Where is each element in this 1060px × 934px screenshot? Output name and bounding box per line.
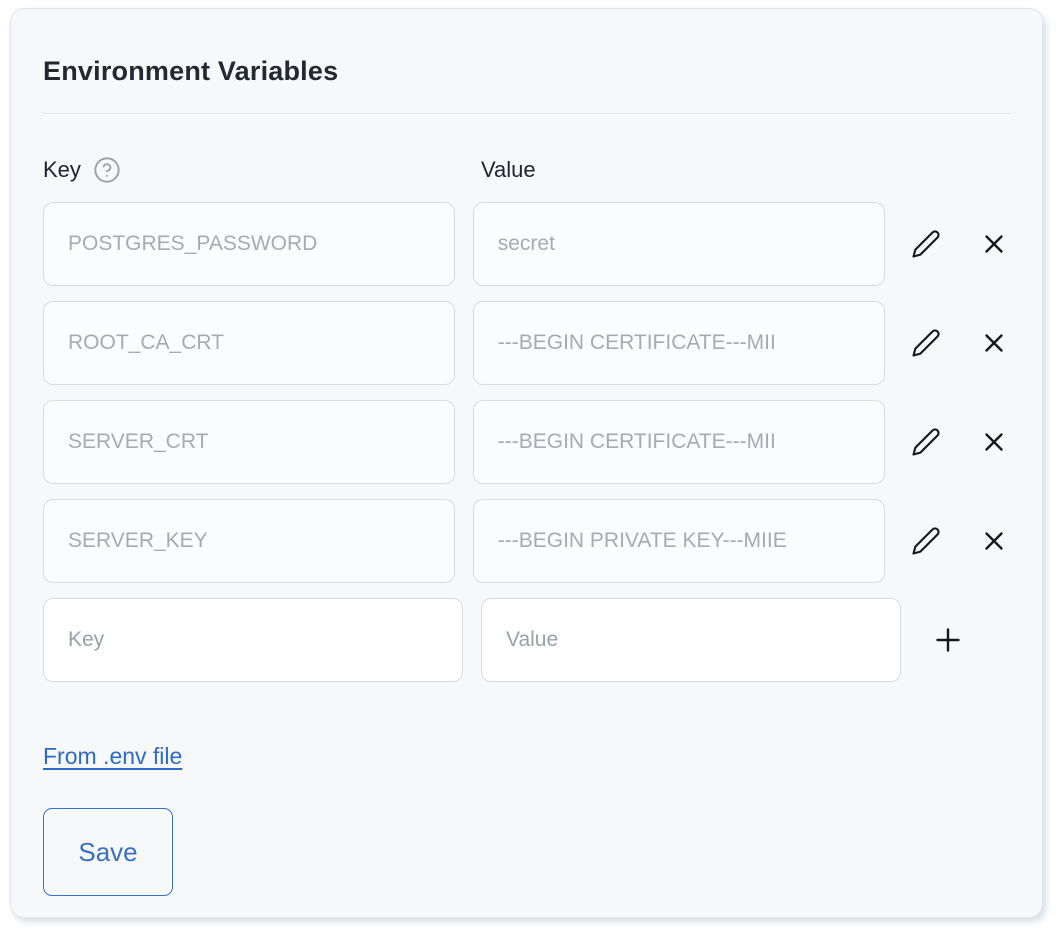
env-var-rows [43,202,1011,682]
x-icon [979,427,1009,457]
delete-button[interactable] [978,425,1011,459]
x-icon [979,526,1009,556]
env-key-input[interactable] [43,499,455,583]
help-circle-icon[interactable] [93,156,121,184]
new-key-input[interactable] [43,598,463,682]
new-env-var-row [43,598,1011,682]
value-column-header: Value [481,157,536,183]
save-button[interactable]: Save [43,808,173,896]
pencil-icon [911,427,941,457]
x-icon [979,229,1009,259]
env-value-input[interactable] [473,499,885,583]
env-key-input[interactable] [43,400,455,484]
pencil-icon [911,526,941,556]
page-title: Environment Variables [43,53,1011,89]
edit-button[interactable] [910,326,943,360]
env-key-input[interactable] [43,301,455,385]
env-var-row [43,400,1011,484]
delete-button[interactable] [978,326,1011,360]
delete-button[interactable] [978,227,1011,261]
key-column-header: Key [43,156,481,184]
plus-icon [930,622,966,658]
edit-button[interactable] [910,524,943,558]
edit-button[interactable] [910,227,943,261]
env-value-input[interactable] [473,202,885,286]
pencil-icon [911,229,941,259]
edit-button[interactable] [910,425,943,459]
environment-variables-card: Environment Variables Key Value [10,8,1043,918]
column-headers: Key Value [43,154,1011,186]
pencil-icon [911,328,941,358]
value-column-label: Value [481,157,536,182]
env-var-row [43,499,1011,583]
x-icon [979,328,1009,358]
env-var-row [43,301,1011,385]
delete-button[interactable] [978,524,1011,558]
env-key-input[interactable] [43,202,455,286]
divider [43,113,1011,114]
key-column-label: Key [43,157,81,183]
from-env-file-link[interactable]: From .env file [43,743,182,770]
new-value-input[interactable] [481,598,901,682]
env-value-input[interactable] [473,400,885,484]
env-value-input[interactable] [473,301,885,385]
env-var-row [43,202,1011,286]
add-button[interactable] [929,621,967,659]
